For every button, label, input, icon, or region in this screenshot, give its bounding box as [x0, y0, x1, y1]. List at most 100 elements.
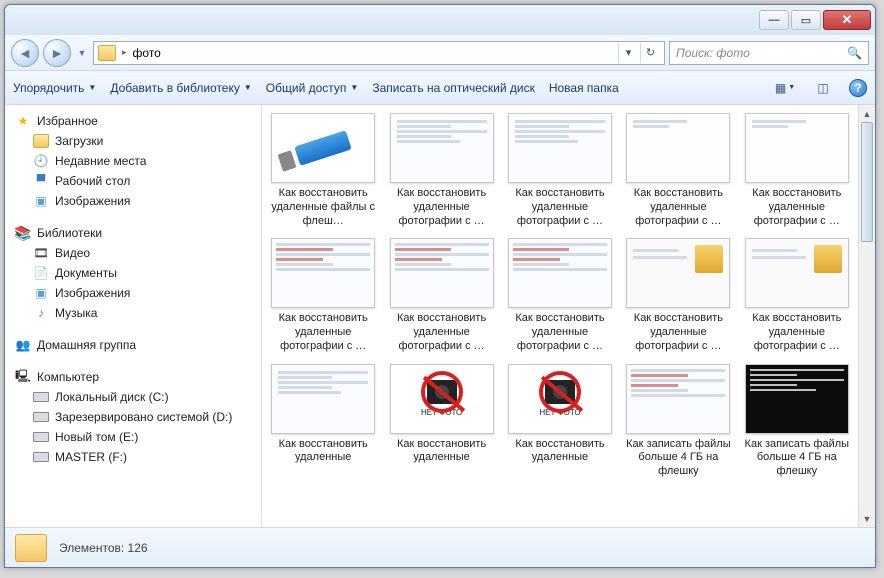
address-dropdown[interactable]: ▾: [618, 43, 638, 63]
homegroup[interactable]: 👥Домашняя группа: [11, 335, 261, 355]
sidebar-item-video[interactable]: 🎞Видео: [11, 243, 261, 263]
sidebar-item-drive-d[interactable]: Зарезервировано системой (D:): [11, 407, 261, 427]
scroll-thumb[interactable]: [861, 122, 873, 242]
file-thumbnail[interactable]: Как записать файлы больше 4 ГБ на флешку: [740, 362, 854, 481]
sidebar-item-drive-c[interactable]: Локальный диск (C:): [11, 387, 261, 407]
nav-pane: ★Избранное Загрузки 🕘Недавние места ▀Раб…: [5, 105, 262, 527]
thumbnail-label: Как восстановить удаленные: [388, 438, 496, 466]
recent-icon: 🕘: [33, 153, 49, 169]
sidebar-item-drive-e[interactable]: Новый том (E:): [11, 427, 261, 447]
status-bar: Элементов: 126: [5, 527, 875, 567]
refresh-button[interactable]: ↻: [640, 43, 660, 63]
thumbnail-image: [390, 238, 494, 308]
breadcrumb-separator: ▸: [122, 47, 127, 58]
add-to-library-menu[interactable]: Добавить в библиотеку▼: [110, 81, 251, 95]
libraries-group[interactable]: 📚Библиотеки: [11, 223, 261, 243]
thumbnail-label: Как записать файлы больше 4 ГБ на флешку: [624, 438, 732, 479]
folder-icon: [15, 534, 47, 562]
burn-button[interactable]: Записать на оптический диск: [372, 81, 535, 95]
thumbnail-image: [508, 238, 612, 308]
thumbnail-image: [745, 364, 849, 434]
preview-pane-button[interactable]: ◫: [811, 76, 835, 100]
computer-group[interactable]: 🖳Компьютер: [11, 367, 261, 387]
back-button[interactable]: ◄: [11, 39, 39, 67]
favorites-group[interactable]: ★Избранное: [11, 111, 261, 131]
file-thumbnail[interactable]: Как восстановить удаленные: [266, 362, 380, 481]
sidebar-item-music[interactable]: ♪Музыка: [11, 303, 261, 323]
thumbnail-label: Как восстановить удаленные фотографии с …: [506, 312, 614, 353]
file-thumbnail[interactable]: НЕТ ФОТО Как восстановить удаленные: [503, 362, 617, 481]
drive-icon: [33, 389, 49, 405]
folder-icon: [98, 45, 116, 61]
share-menu[interactable]: Общий доступ▼: [266, 81, 359, 95]
forward-button[interactable]: ►: [43, 39, 71, 67]
content-area: Как восстановить удаленные файлы с флеш……: [262, 105, 875, 527]
sidebar-item-lib-images[interactable]: ▣Изображения: [11, 283, 261, 303]
thumbnail-label: Как восстановить удаленные фотографии с …: [743, 312, 851, 353]
scrollbar[interactable]: ▲ ▼: [858, 105, 875, 527]
file-thumbnail[interactable]: Как восстановить удаленные фотографии с …: [384, 236, 498, 355]
file-thumbnail[interactable]: Как восстановить удаленные фотографии с …: [740, 111, 854, 230]
thumbnail-label: Как восстановить удаленные: [506, 438, 614, 466]
file-thumbnail[interactable]: Как восстановить удаленные фотографии с …: [503, 111, 617, 230]
nav-bar: ◄ ► ▼ ▸ фото ▾ ↻ Поиск: фото 🔍: [5, 35, 875, 71]
thumbnail-label: Как восстановить удаленные фотографии с …: [624, 187, 732, 228]
thumbnail-label: Как восстановить удаленные фотографии с …: [269, 312, 377, 353]
sidebar-item-downloads[interactable]: Загрузки: [11, 131, 261, 151]
file-thumbnail[interactable]: Как восстановить удаленные фотографии с …: [740, 236, 854, 355]
thumbnail-label: Как восстановить удаленные: [269, 438, 377, 466]
address-bar[interactable]: ▸ фото ▾ ↻: [93, 41, 665, 65]
search-input[interactable]: Поиск: фото 🔍: [669, 41, 869, 65]
images-icon: ▣: [33, 193, 49, 209]
file-thumbnail[interactable]: Как восстановить удаленные фотографии с …: [621, 111, 735, 230]
file-thumbnail[interactable]: Как восстановить удаленные фотографии с …: [503, 236, 617, 355]
sidebar-item-images[interactable]: ▣Изображения: [11, 191, 261, 211]
maximize-button[interactable]: ▭: [791, 10, 821, 30]
thumbnail-label: Как восстановить удаленные фотографии с …: [388, 312, 496, 353]
organize-menu[interactable]: Упорядочить▼: [13, 81, 96, 95]
thumbnail-label: Как восстановить удаленные файлы с флеш…: [269, 187, 377, 228]
minimize-button[interactable]: —: [759, 10, 789, 30]
thumbnail-image: НЕТ ФОТО: [508, 364, 612, 434]
help-button[interactable]: ?: [849, 79, 867, 97]
thumbnail-label: Как восстановить удаленные фотографии с …: [506, 187, 614, 228]
file-thumbnail[interactable]: Как записать файлы больше 4 ГБ на флешку: [621, 362, 735, 481]
drive-icon: [33, 429, 49, 445]
sidebar-item-recent[interactable]: 🕘Недавние места: [11, 151, 261, 171]
music-icon: ♪: [33, 305, 49, 321]
thumbnail-label: Как восстановить удаленные фотографии с …: [743, 187, 851, 228]
star-icon: ★: [15, 113, 31, 129]
scroll-down-button[interactable]: ▼: [859, 510, 875, 527]
titlebar[interactable]: — ▭ ✕: [5, 5, 875, 35]
thumbnail-image: [390, 113, 494, 183]
new-folder-button[interactable]: Новая папка: [549, 81, 619, 95]
thumbnail-image: [745, 113, 849, 183]
thumbnail-image: [745, 238, 849, 308]
body: ★Избранное Загрузки 🕘Недавние места ▀Раб…: [5, 105, 875, 527]
thumbnail-image: [508, 113, 612, 183]
downloads-icon: [33, 133, 49, 149]
thumbnail-label: Как восстановить удаленные фотографии с …: [388, 187, 496, 228]
sidebar-item-documents[interactable]: 📄Документы: [11, 263, 261, 283]
breadcrumb-folder[interactable]: фото: [133, 46, 161, 60]
scroll-up-button[interactable]: ▲: [859, 105, 875, 122]
file-thumbnail[interactable]: Как восстановить удаленные фотографии с …: [621, 236, 735, 355]
file-thumbnail[interactable]: НЕТ ФОТОКак восстановить удаленные: [384, 362, 498, 481]
thumbnail-grid: Как восстановить удаленные файлы с флеш……: [262, 105, 858, 527]
sidebar-item-desktop[interactable]: ▀Рабочий стол: [11, 171, 261, 191]
view-options-button[interactable]: ▦ ▼: [773, 76, 797, 100]
desktop-icon: ▀: [33, 173, 49, 189]
thumbnail-image: [626, 364, 730, 434]
scroll-track[interactable]: [859, 242, 875, 510]
search-icon: 🔍: [847, 46, 862, 60]
thumbnail-image: [271, 364, 375, 434]
history-dropdown[interactable]: ▼: [75, 48, 89, 58]
file-thumbnail[interactable]: Как восстановить удаленные фотографии с …: [384, 111, 498, 230]
thumbnail-image: [626, 113, 730, 183]
file-thumbnail[interactable]: Как восстановить удаленные файлы с флеш…: [266, 111, 380, 230]
file-thumbnail[interactable]: Как восстановить удаленные фотографии с …: [266, 236, 380, 355]
close-button[interactable]: ✕: [823, 10, 871, 30]
sidebar-item-drive-f[interactable]: MASTER (F:): [11, 447, 261, 467]
thumbnail-image: [626, 238, 730, 308]
search-placeholder: Поиск: фото: [676, 46, 750, 60]
